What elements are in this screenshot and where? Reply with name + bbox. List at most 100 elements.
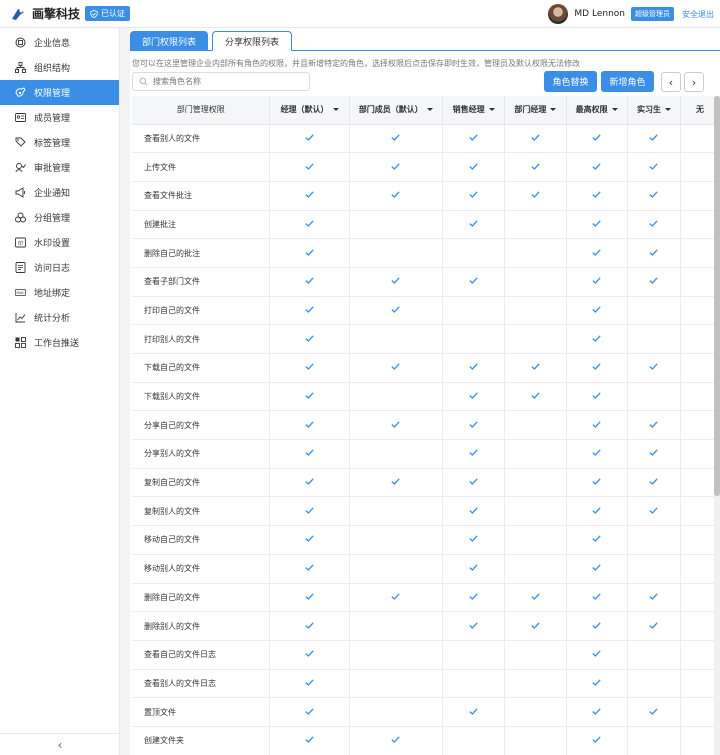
- permission-cell[interactable]: [566, 697, 628, 727]
- permission-cell[interactable]: [442, 525, 506, 555]
- check-icon[interactable]: [305, 593, 314, 602]
- permission-cell[interactable]: [269, 410, 350, 441]
- permission-cell[interactable]: [269, 468, 350, 498]
- check-icon[interactable]: [649, 707, 659, 717]
- check-icon[interactable]: [305, 277, 314, 286]
- permission-cell[interactable]: [627, 124, 682, 154]
- check-icon[interactable]: [469, 621, 478, 631]
- check-icon[interactable]: [592, 191, 601, 200]
- permission-cell[interactable]: [442, 382, 506, 412]
- permission-cell[interactable]: [627, 210, 682, 240]
- permission-cell[interactable]: [627, 324, 682, 354]
- check-icon[interactable]: [592, 650, 601, 659]
- permission-cell[interactable]: [504, 496, 567, 527]
- check-icon[interactable]: [592, 277, 601, 286]
- check-icon[interactable]: [469, 220, 478, 229]
- permission-cell[interactable]: [442, 152, 506, 182]
- permission-cell[interactable]: [442, 353, 506, 383]
- permission-cell[interactable]: [349, 324, 443, 354]
- permission-cell[interactable]: [504, 583, 567, 613]
- permission-cell[interactable]: [442, 669, 506, 699]
- permission-cell[interactable]: [349, 410, 443, 441]
- check-icon[interactable]: [469, 277, 478, 286]
- check-icon[interactable]: [305, 248, 314, 258]
- permission-cell[interactable]: [349, 238, 443, 268]
- permission-cell[interactable]: [566, 296, 628, 326]
- sidebar-item-watermark[interactable]: 印 水印设置: [0, 230, 119, 255]
- permission-cell[interactable]: [566, 238, 628, 268]
- permission-cell[interactable]: [442, 583, 506, 613]
- check-icon[interactable]: [531, 162, 540, 172]
- check-icon[interactable]: [469, 593, 478, 602]
- permission-cell[interactable]: [566, 152, 628, 182]
- caret-down-icon[interactable]: [332, 108, 339, 112]
- check-icon[interactable]: [391, 277, 400, 286]
- permission-cell[interactable]: [504, 468, 567, 498]
- check-icon[interactable]: [391, 593, 400, 602]
- permission-cell[interactable]: [566, 210, 628, 240]
- permission-cell[interactable]: [349, 583, 443, 613]
- check-icon[interactable]: [305, 478, 314, 487]
- sidebar-item-id-card[interactable]: 成员管理: [0, 105, 119, 130]
- permission-cell[interactable]: [349, 554, 443, 584]
- permission-cell[interactable]: [627, 152, 682, 182]
- permission-cell[interactable]: [504, 697, 567, 727]
- check-icon[interactable]: [391, 421, 400, 430]
- permission-cell[interactable]: [442, 324, 506, 354]
- permission-cell[interactable]: [269, 267, 350, 297]
- permission-cell[interactable]: [442, 181, 506, 211]
- permission-cell[interactable]: [566, 726, 628, 755]
- check-icon[interactable]: [469, 507, 478, 516]
- permission-cell[interactable]: [504, 152, 567, 182]
- permission-cell[interactable]: [566, 669, 628, 699]
- check-icon[interactable]: [592, 392, 601, 401]
- check-icon[interactable]: [305, 335, 314, 344]
- check-icon[interactable]: [649, 507, 659, 516]
- check-icon[interactable]: [469, 535, 478, 544]
- caret-down-icon[interactable]: [426, 108, 433, 112]
- check-icon[interactable]: [305, 507, 314, 516]
- column-header-role[interactable]: 实习生: [627, 96, 682, 125]
- permission-cell[interactable]: [269, 554, 350, 584]
- permission-cell[interactable]: [566, 410, 628, 441]
- sidebar-item-chart[interactable]: 统计分析: [0, 305, 119, 330]
- check-icon[interactable]: [305, 363, 314, 372]
- check-icon[interactable]: [592, 736, 601, 745]
- check-icon[interactable]: [469, 478, 478, 487]
- check-icon[interactable]: [531, 191, 540, 200]
- permission-cell[interactable]: [269, 439, 350, 469]
- vertical-scrollbar[interactable]: [714, 96, 720, 755]
- column-header-role[interactable]: 销售经理: [442, 96, 506, 125]
- permission-cell[interactable]: [442, 267, 506, 297]
- column-header-role[interactable]: 经理（默认）: [269, 96, 350, 125]
- permission-cell[interactable]: [349, 669, 443, 699]
- check-icon[interactable]: [305, 679, 314, 688]
- permission-cell[interactable]: [269, 726, 350, 755]
- check-icon[interactable]: [531, 593, 540, 602]
- permission-cell[interactable]: [269, 697, 350, 727]
- check-icon[interactable]: [469, 392, 478, 401]
- permission-cell[interactable]: [627, 296, 682, 326]
- permission-cell[interactable]: [566, 353, 628, 383]
- permission-cell[interactable]: [504, 439, 567, 469]
- permission-cell[interactable]: [566, 124, 628, 154]
- check-icon[interactable]: [649, 363, 659, 372]
- permission-cell[interactable]: [504, 554, 567, 584]
- permission-cell[interactable]: [566, 439, 628, 469]
- check-icon[interactable]: [305, 535, 314, 544]
- permission-cell[interactable]: [504, 410, 567, 441]
- avatar[interactable]: [548, 4, 569, 24]
- permission-cell[interactable]: [349, 726, 443, 755]
- check-icon[interactable]: [592, 306, 601, 315]
- permission-cell[interactable]: [627, 468, 682, 498]
- check-icon[interactable]: [592, 621, 601, 631]
- check-icon[interactable]: [469, 191, 478, 200]
- check-icon[interactable]: [531, 363, 540, 372]
- permission-cell[interactable]: [442, 468, 506, 498]
- permission-cell[interactable]: [627, 640, 682, 670]
- permission-cell[interactable]: [627, 697, 682, 727]
- sidebar-item-approval[interactable]: 审批管理: [0, 155, 119, 180]
- check-icon[interactable]: [305, 392, 314, 401]
- permission-cell[interactable]: [504, 382, 567, 412]
- check-icon[interactable]: [592, 162, 601, 172]
